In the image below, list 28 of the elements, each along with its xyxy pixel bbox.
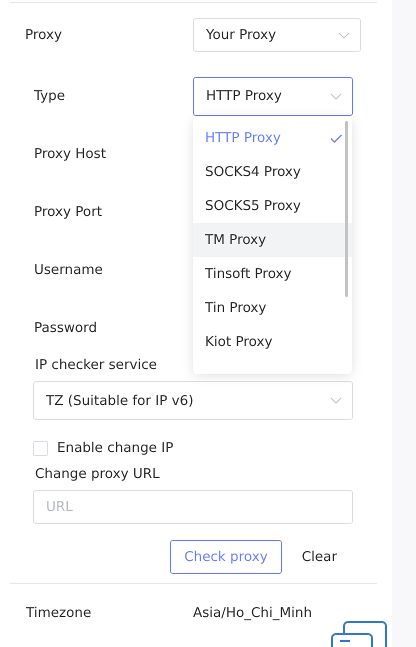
field-label: Type [33,88,66,104]
ip-checker-select[interactable]: TZ (Suitable for IP v6) [33,381,353,420]
field-label: Proxy [24,27,63,43]
field-label: IP checker service [35,357,158,373]
proxy-select[interactable]: Your Proxy [193,18,361,52]
check-icon [330,134,342,142]
checkbox[interactable] [33,440,48,456]
checkbox-label: Enable change IP [57,440,174,456]
scrollbar[interactable] [345,121,348,297]
copy-icon[interactable] [330,620,388,647]
chevron-down-icon [330,92,342,100]
field-label: Proxy Port [33,204,104,220]
field-label: Username [33,262,104,278]
type-select[interactable]: HTTP Proxy [193,76,353,116]
dropdown-option[interactable]: SOCKS5 Proxy [193,189,352,223]
field-label: Proxy Host [33,146,108,162]
dropdown-option[interactable]: Tin Proxy [193,291,352,325]
dropdown-option[interactable]: Tinsoft Proxy [193,257,352,291]
chevron-down-icon [330,397,342,404]
chevron-down-icon [338,32,350,38]
field-label: Change proxy URL [35,466,161,482]
dropdown-option[interactable]: Kiot Proxy [193,325,352,359]
field-label: Password [33,320,98,336]
url-field[interactable]: URL [33,490,353,524]
dropdown-option[interactable]: TM Proxy [193,223,352,257]
dropdown-option[interactable]: SOCKS4 Proxy [193,155,352,189]
timezone-value: Asia/Ho_Chi_Minh [193,605,312,621]
field-label: Timezone [25,605,92,621]
